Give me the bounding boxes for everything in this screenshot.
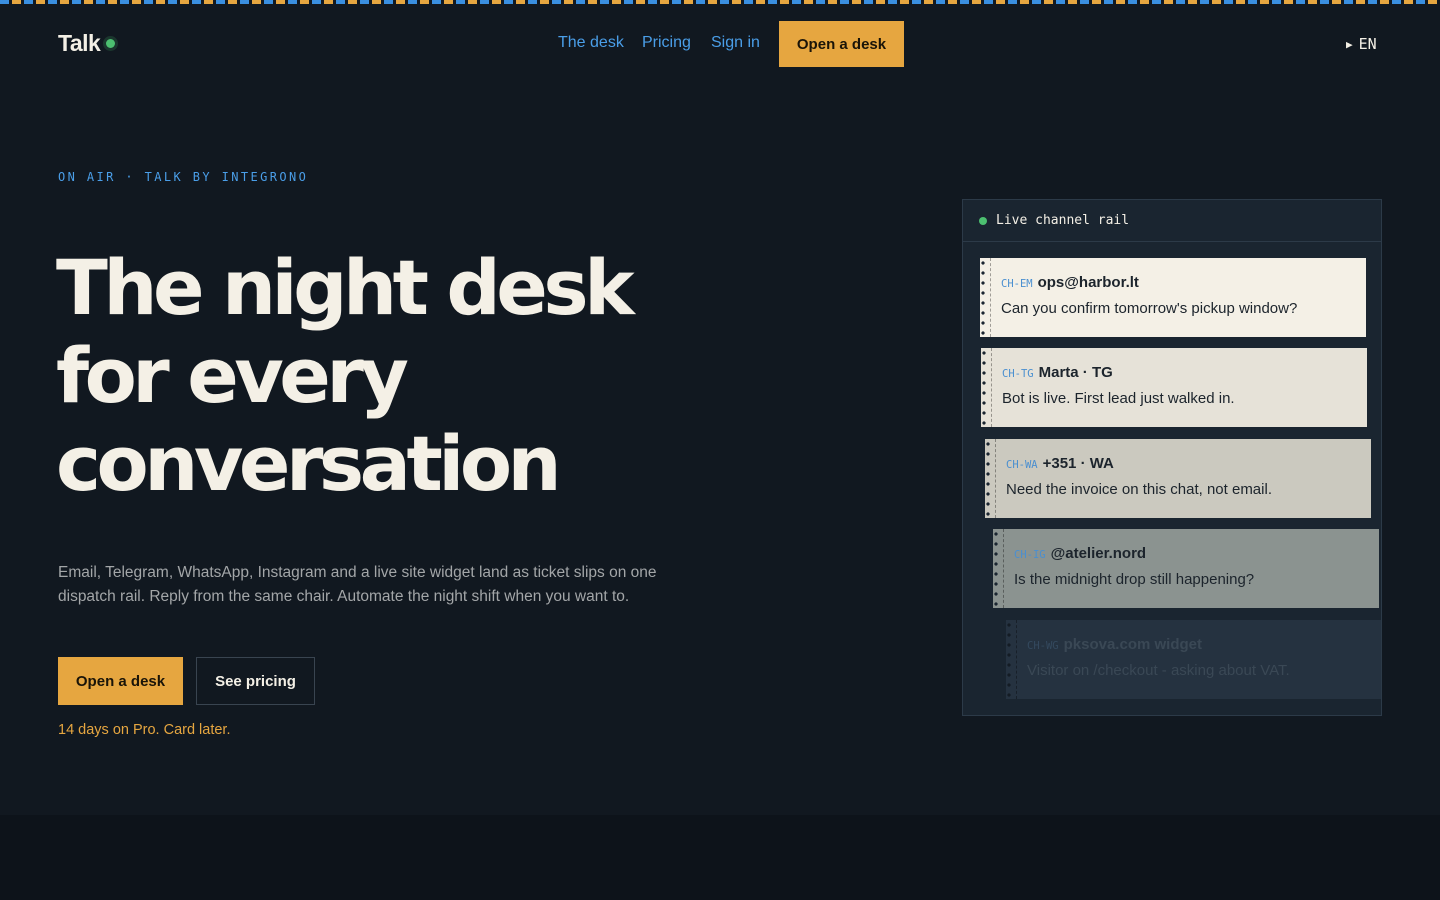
play-icon: ▶: [1346, 37, 1353, 51]
nav-open-desk-button[interactable]: Open a desk: [779, 21, 904, 67]
headline-line-3: conversation: [56, 419, 562, 508]
slip-message: Is the midnight drop still happening?: [1014, 571, 1255, 588]
sender-name: Marta · TG: [1038, 364, 1113, 381]
slip-message: Bot is live. First lead just walked in.: [1002, 390, 1235, 407]
ticket-slip[interactable]: CH-WA +351 · WA Need the invoice on this…: [985, 439, 1371, 518]
channel-code: CH-TG: [1002, 368, 1034, 380]
nav-link-the-desk[interactable]: The desk: [558, 34, 624, 52]
slip-message: Visitor on /checkout - asking about VAT.: [1027, 662, 1290, 679]
live-dot-icon: [979, 216, 987, 225]
live-channel-rail: Live channel rail CH-EM ops@harbor.lt Ca…: [962, 199, 1382, 716]
main-nav: The desk Pricing Sign in Open a desk: [0, 21, 1440, 67]
channel-code: CH-WG: [1027, 640, 1059, 652]
nav-link-pricing[interactable]: Pricing: [642, 34, 691, 52]
hero-headline: The night desk for every conversation: [56, 244, 696, 508]
headline-line-1: The night desk: [56, 243, 635, 332]
sender-name: @atelier.nord: [1050, 545, 1147, 562]
channel-code: CH-WA: [1006, 459, 1038, 471]
nav-link-sign-in[interactable]: Sign in: [711, 34, 760, 52]
sender-name: ops@harbor.lt: [1037, 274, 1139, 291]
ticket-slip[interactable]: CH-IG @atelier.nord Is the midnight drop…: [993, 529, 1379, 608]
see-pricing-button[interactable]: See pricing: [196, 657, 315, 705]
ticket-slip[interactable]: CH-EM ops@harbor.lt Can you confirm tomo…: [980, 258, 1366, 337]
headline-line-2: for every: [56, 331, 409, 420]
hero-eyebrow: ON AIR · TALK BY INTEGRONO: [58, 170, 309, 184]
rail-title: Live channel rail: [996, 213, 1130, 228]
language-switcher[interactable]: ▶ EN: [1346, 35, 1377, 53]
rail-header: Live channel rail: [963, 200, 1381, 242]
top-stripe: [0, 0, 1440, 4]
sender-name: +351 · WA: [1042, 455, 1114, 472]
ticket-slip[interactable]: CH-WG pksova.com widget Visitor on /chec…: [1006, 620, 1381, 699]
footer-band: [0, 815, 1440, 900]
hero-lede: Email, Telegram, WhatsApp, Instagram and…: [58, 564, 657, 605]
slip-message: Can you confirm tomorrow's pickup window…: [1001, 300, 1298, 317]
sender-name: pksova.com widget: [1063, 636, 1202, 653]
channel-code: CH-EM: [1001, 278, 1033, 290]
language-label: EN: [1358, 35, 1377, 53]
open-desk-button[interactable]: Open a desk: [58, 657, 183, 705]
channel-code: CH-IG: [1014, 549, 1046, 561]
trial-note: 14 days on Pro. Card later.: [58, 722, 231, 738]
ticket-slip[interactable]: CH-TG Marta · TG Bot is live. First lead…: [981, 348, 1367, 427]
slip-message: Need the invoice on this chat, not email…: [1006, 481, 1272, 498]
